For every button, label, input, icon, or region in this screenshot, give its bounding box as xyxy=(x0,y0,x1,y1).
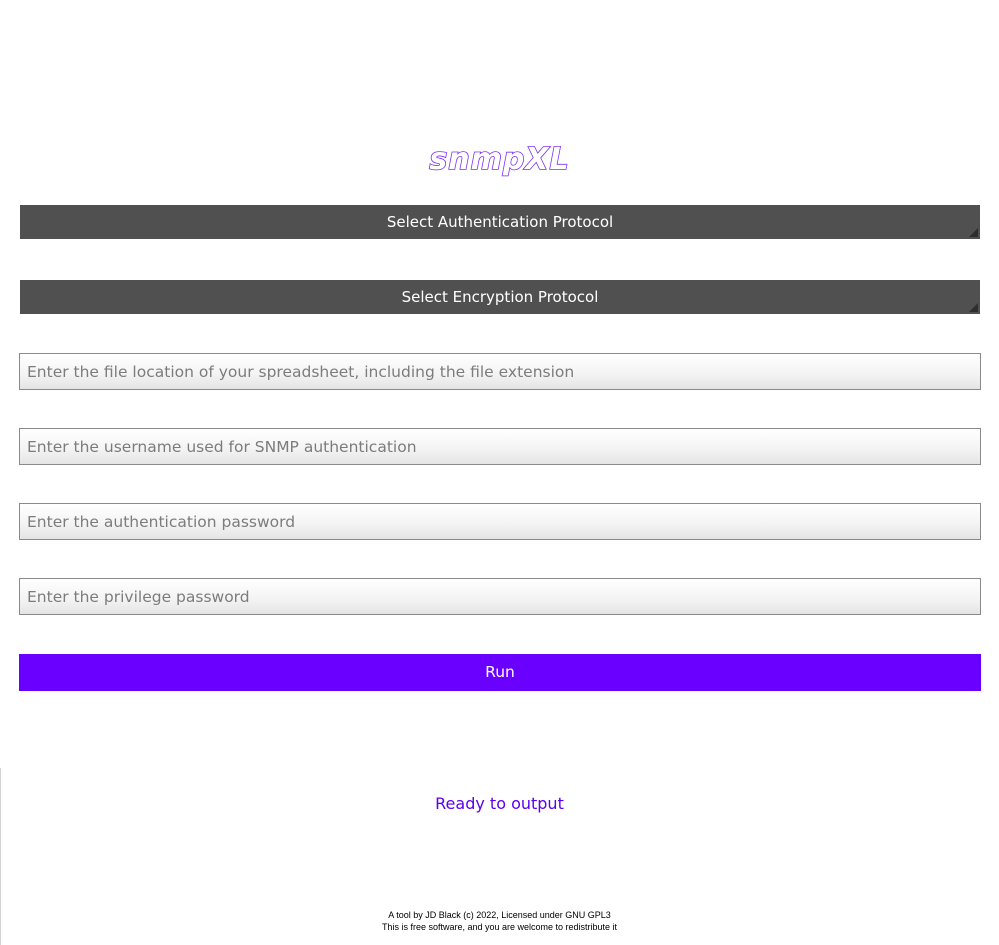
dropdown-corner-icon xyxy=(969,303,978,312)
footer: A tool by JD Black (c) 2022, Licensed un… xyxy=(0,909,999,933)
dropdown-corner-icon xyxy=(969,228,978,237)
run-button[interactable]: Run xyxy=(19,654,981,691)
app-window: snmpXL Select Authentication Protocol Se… xyxy=(0,0,999,945)
encryption-protocol-label: Select Encryption Protocol xyxy=(401,288,599,306)
file-location-input[interactable] xyxy=(19,353,981,390)
auth-protocol-label: Select Authentication Protocol xyxy=(386,213,614,231)
auth-protocol-dropdown[interactable]: Select Authentication Protocol xyxy=(20,205,980,239)
privilege-password-input[interactable] xyxy=(19,578,981,615)
status-text: Ready to output xyxy=(435,794,564,813)
username-input[interactable] xyxy=(19,428,981,465)
footer-license-note: This is free software, and you are welco… xyxy=(381,922,618,932)
encryption-protocol-dropdown[interactable]: Select Encryption Protocol xyxy=(20,280,980,314)
auth-password-input[interactable] xyxy=(19,503,981,540)
app-title: snmpXL xyxy=(429,141,570,178)
footer-credit: A tool by JD Black (c) 2022, Licensed un… xyxy=(388,910,611,920)
